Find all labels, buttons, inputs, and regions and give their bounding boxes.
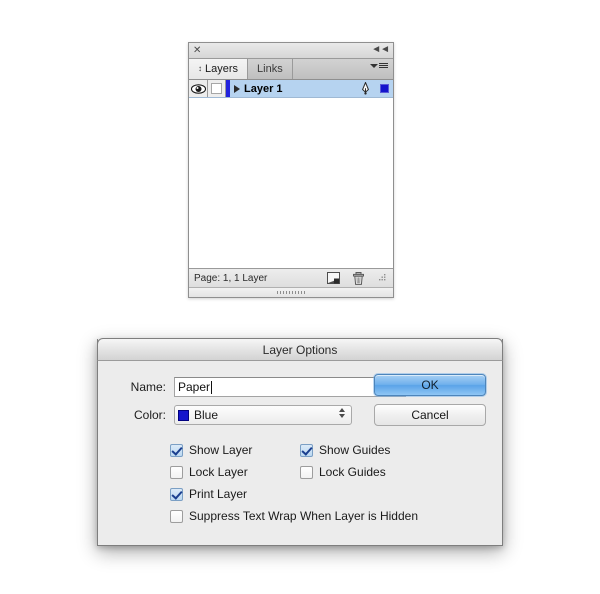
- dialog-buttons: OK Cancel: [374, 374, 486, 426]
- tab-layers[interactable]: ↕ Layers: [189, 59, 249, 79]
- checkbox-lock-guides[interactable]: Lock Guides: [300, 465, 386, 479]
- stepper-arrows-icon[interactable]: [339, 408, 345, 418]
- panel-status-label: Page: 1, 1 Layer: [194, 272, 268, 284]
- close-icon[interactable]: ✕: [193, 44, 201, 57]
- dialog-title: Layer Options: [262, 342, 338, 357]
- tab-bar-filler: [292, 59, 393, 79]
- checkbox-icon: [300, 443, 313, 457]
- checkbox-print-layer-label: Print Layer: [189, 487, 248, 501]
- disclosure-triangle-icon[interactable]: [234, 84, 240, 93]
- checkbox-line-3: Print Layer: [170, 483, 484, 505]
- tab-links-label: Links: [257, 63, 283, 75]
- dialog-titlebar[interactable]: Layer Options: [97, 338, 503, 361]
- layer-lock-toggle[interactable]: [208, 80, 226, 97]
- checkbox-lock-guides-label: Lock Guides: [319, 465, 386, 479]
- chevron-updown-icon: ↕: [198, 64, 202, 73]
- layer-target-indicator[interactable]: [355, 82, 375, 95]
- checkbox-print-layer[interactable]: Print Layer: [170, 487, 300, 501]
- checkbox-line-1: Show Layer Show Guides: [170, 439, 484, 461]
- color-label: Color:: [133, 408, 166, 422]
- checkbox-icon: [170, 443, 183, 457]
- tab-links[interactable]: Links: [248, 59, 293, 79]
- checkbox-icon: [300, 465, 313, 479]
- hamburger-icon: [379, 63, 388, 68]
- cancel-button[interactable]: Cancel: [374, 404, 486, 426]
- layer-name-cell[interactable]: Layer 1: [230, 83, 355, 95]
- eye-icon: [190, 83, 206, 94]
- name-input[interactable]: Paper: [174, 377, 406, 397]
- drag-handle-icon: [277, 291, 305, 294]
- layers-panel: ✕ ◄◄ ↕ Layers Links Layer 1 Page: 1, 1 L…: [188, 42, 394, 298]
- ok-button[interactable]: OK: [374, 374, 486, 396]
- table-row[interactable]: Layer 1: [189, 80, 393, 98]
- panel-titlebar[interactable]: ✕ ◄◄: [189, 43, 393, 59]
- layer-name-label: Layer 1: [244, 82, 283, 95]
- color-swatch-icon: [178, 409, 189, 421]
- checkbox-line-2: Lock Layer Lock Guides: [170, 461, 484, 483]
- checkbox-show-guides-label: Show Guides: [319, 443, 391, 457]
- options-checkbox-group: Show Layer Show Guides Lock Layer Lock G…: [170, 439, 484, 527]
- panel-drag-handle[interactable]: [189, 287, 393, 297]
- resize-grip-icon[interactable]: [377, 273, 387, 283]
- checkbox-icon: [170, 509, 183, 523]
- checkbox-line-4: Suppress Text Wrap When Layer is Hidden: [170, 505, 484, 527]
- color-select-value: Blue: [194, 408, 219, 422]
- panel-footer: Page: 1, 1 Layer: [189, 268, 393, 287]
- layer-options-dialog: Layer Options Name: Paper Color: Blue Sh…: [97, 338, 503, 546]
- checkbox-lock-layer-label: Lock Layer: [189, 465, 248, 479]
- chevron-down-icon: [370, 63, 378, 68]
- panel-tab-bar: ↕ Layers Links: [189, 59, 393, 80]
- name-input-value: Paper: [178, 380, 211, 394]
- checkbox-icon: [170, 465, 183, 479]
- name-label: Name:: [130, 380, 166, 394]
- layer-color-swatch: [375, 84, 393, 93]
- new-layer-icon[interactable]: [327, 272, 340, 284]
- layer-visibility-toggle[interactable]: [189, 80, 208, 97]
- text-caret: [211, 380, 213, 394]
- layers-list: Layer 1: [189, 80, 393, 268]
- pen-target-icon: [361, 82, 369, 95]
- color-select[interactable]: Blue: [174, 405, 352, 425]
- trash-icon[interactable]: [353, 271, 364, 285]
- checkbox-lock-layer[interactable]: Lock Layer: [170, 465, 300, 479]
- tab-layers-label: Layers: [205, 63, 239, 75]
- checkbox-suppress-text-wrap-label: Suppress Text Wrap When Layer is Hidden: [189, 509, 419, 523]
- checkbox-show-layer-label: Show Layer: [189, 443, 253, 457]
- checkbox-suppress-text-wrap[interactable]: Suppress Text Wrap When Layer is Hidden: [170, 509, 418, 523]
- lock-icon: [211, 83, 222, 94]
- checkbox-show-layer[interactable]: Show Layer: [170, 443, 300, 457]
- swatch-box-icon: [379, 84, 389, 93]
- checkbox-show-guides[interactable]: Show Guides: [300, 443, 390, 457]
- panel-menu-icon[interactable]: [370, 63, 388, 68]
- collapse-panel-icon[interactable]: ◄◄: [371, 43, 390, 57]
- checkbox-icon: [170, 487, 183, 501]
